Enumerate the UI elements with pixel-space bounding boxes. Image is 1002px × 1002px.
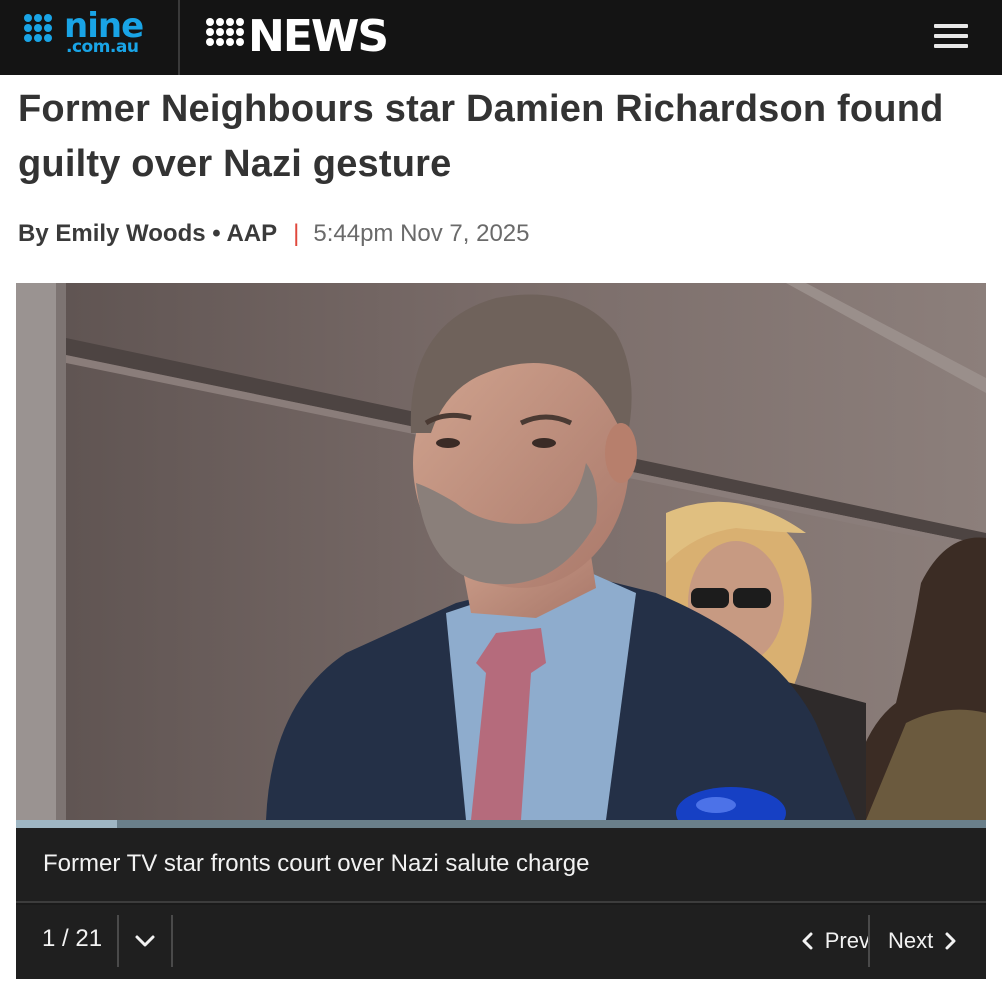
9news-logo[interactable]: NEWS xyxy=(206,11,456,62)
article-headline: Former Neighbours star Damien Richardson… xyxy=(18,88,944,185)
gallery-progress-bar xyxy=(16,820,986,828)
header-divider xyxy=(178,0,180,75)
nine-com-au-logo[interactable]: nine .com.au xyxy=(24,6,154,58)
byline-separator: | xyxy=(293,220,300,247)
gallery-caption: Former TV star fronts court over Nazi sa… xyxy=(43,850,590,877)
chevron-left-icon xyxy=(802,932,813,950)
article-byline: By Emily Woods • AAP | 5:44pm Nov 7, 202… xyxy=(18,218,530,250)
next-button-label: Next xyxy=(888,928,934,953)
gallery-dropdown-button[interactable] xyxy=(119,915,171,967)
gallery-caption-box: Former TV star fronts court over Nazi sa… xyxy=(16,828,986,903)
chevron-right-icon xyxy=(945,932,956,950)
publish-timestamp: 5:44pm Nov 7, 2025 xyxy=(313,220,530,247)
gallery-counter: 1 / 21 xyxy=(42,925,103,952)
top-navigation-bar: nine .com.au NEWS xyxy=(0,0,1002,75)
byline-author[interactable]: By Emily Woods • AAP xyxy=(18,218,277,250)
9-dots-icon xyxy=(206,18,248,54)
9news-logo-word: NEWS xyxy=(248,11,389,62)
nine-logo-domain: .com.au xyxy=(66,37,139,57)
hamburger-menu-icon[interactable] xyxy=(928,20,972,52)
prev-button-label: Prev xyxy=(824,928,870,953)
photo-gallery: Former TV star fronts court over Nazi sa… xyxy=(16,283,986,979)
controls-divider xyxy=(868,915,870,967)
next-button[interactable]: Next xyxy=(886,915,976,967)
gallery-controls: 1 / 21 Prev Next xyxy=(16,905,986,979)
prev-button[interactable]: Prev xyxy=(774,915,870,967)
gallery-progress-fill xyxy=(16,820,117,828)
chevron-down-icon xyxy=(135,935,155,947)
nine-dots-icon xyxy=(24,14,62,50)
gallery-photo[interactable] xyxy=(16,283,986,820)
controls-divider xyxy=(171,915,173,967)
